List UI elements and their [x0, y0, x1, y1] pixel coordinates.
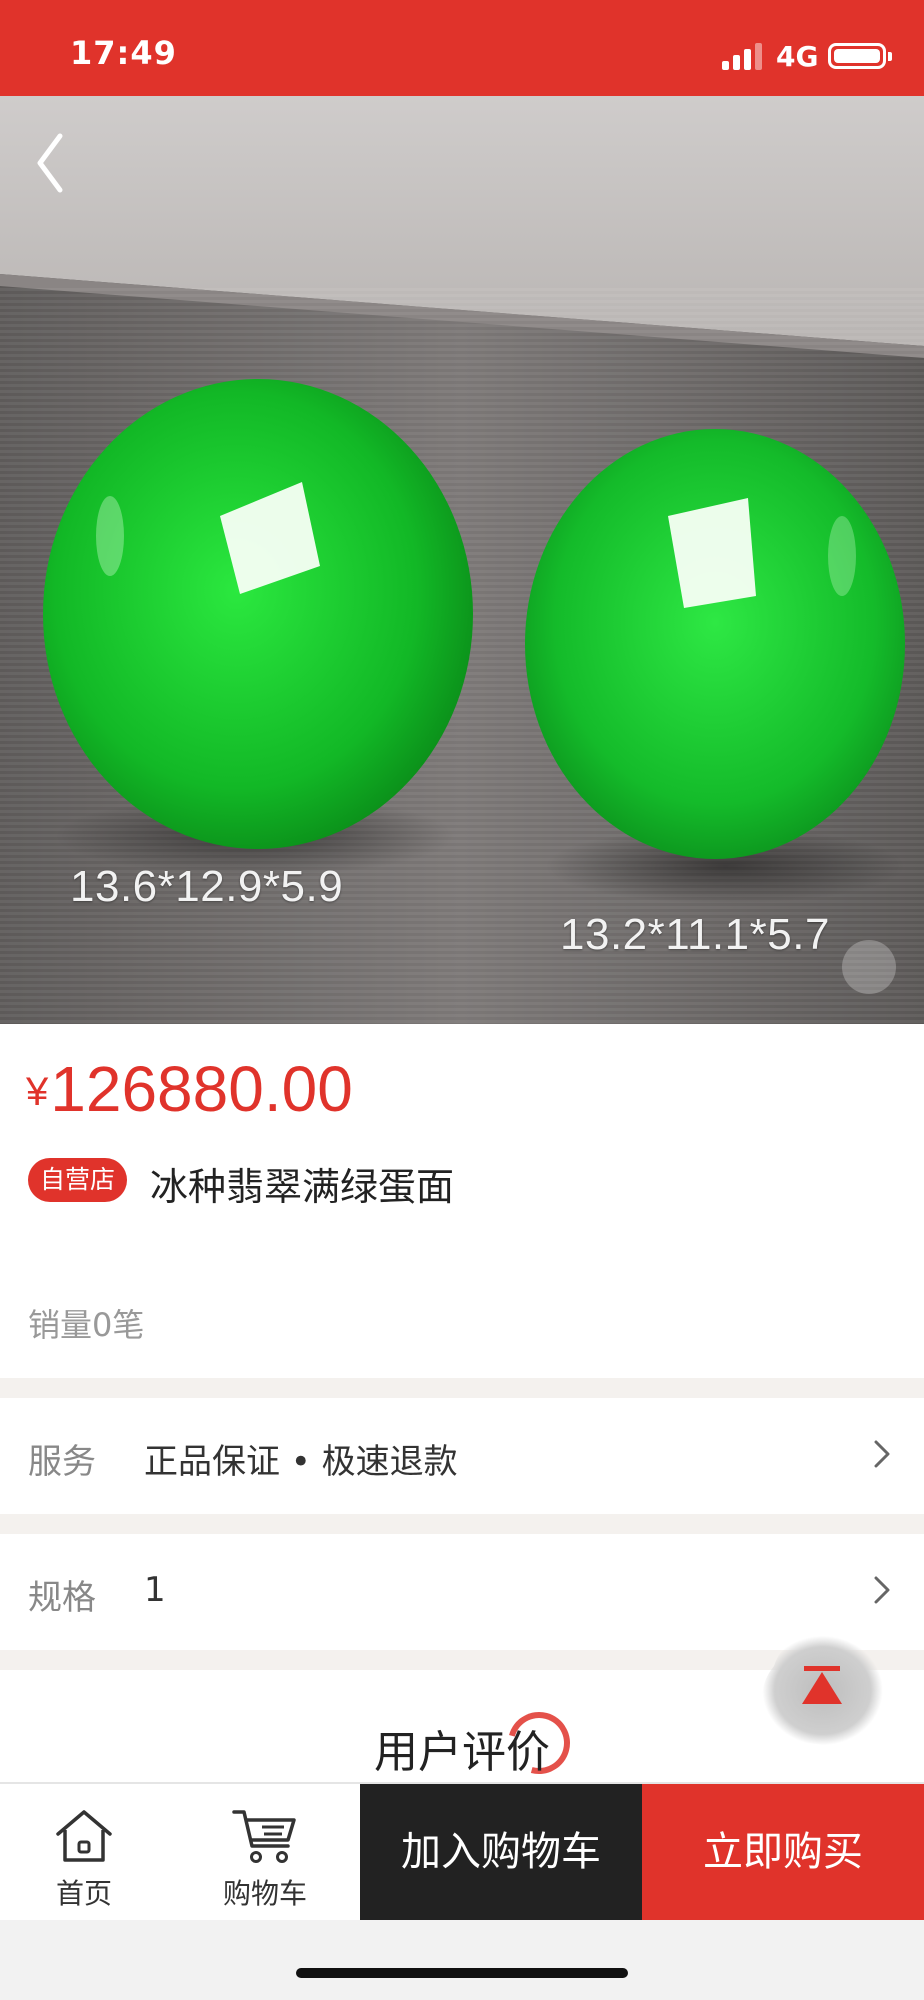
- bottom-action-bar: 首页 购物车 加入购物车 立即购买: [0, 1782, 924, 1922]
- arrow-up-icon: [762, 1635, 883, 1746]
- carousel-indicator: [842, 940, 896, 994]
- status-bar: 17:49 4G: [0, 0, 924, 96]
- tab-cart-label: 购物车: [222, 1877, 307, 1910]
- buy-now-button[interactable]: 立即购买: [642, 1784, 924, 1922]
- back-to-top-button[interactable]: [754, 1626, 890, 1752]
- self-store-badge: 自营店: [28, 1158, 128, 1202]
- home-icon: [56, 1810, 112, 1862]
- status-time: 17:49: [70, 34, 177, 72]
- tab-home[interactable]: 首页: [34, 1784, 134, 1922]
- dimension-label-left: 13.6*12.9*5.9: [70, 862, 344, 911]
- dimension-label-right: 13.2*11.1*5.7: [560, 910, 830, 959]
- add-to-cart-button[interactable]: 加入购物车: [360, 1784, 642, 1922]
- product-image[interactable]: 13.6*12.9*5.9 13.2*11.1*5.7: [0, 96, 924, 1024]
- section-divider: [0, 1514, 924, 1534]
- back-button[interactable]: [28, 128, 84, 198]
- price-amount: 126880.00: [50, 1053, 353, 1125]
- chevron-right-icon: [874, 1440, 890, 1468]
- home-indicator[interactable]: [296, 1968, 628, 1978]
- chevron-right-icon: [874, 1576, 890, 1604]
- tab-cart[interactable]: 购物车: [210, 1784, 320, 1922]
- cart-icon: [232, 1810, 296, 1863]
- currency-symbol: ¥: [26, 1070, 49, 1114]
- chevron-left-icon: [37, 133, 63, 193]
- home-indicator-area: [0, 1920, 924, 2000]
- product-price: ¥126880.00: [26, 1052, 353, 1126]
- spec-label: 规格: [28, 1578, 96, 1618]
- sales-count: 销量0笔: [28, 1306, 145, 1344]
- spec-value: 1: [144, 1570, 166, 1610]
- section-divider: [0, 1378, 924, 1398]
- network-label: 4G: [776, 40, 819, 73]
- product-title: 冰种翡翠满绿蛋面: [150, 1165, 455, 1209]
- signal-icon: [722, 42, 764, 70]
- battery-icon: [828, 43, 892, 69]
- tab-home-label: 首页: [55, 1877, 112, 1910]
- service-value: 正品保证 • 极速退款: [144, 1442, 458, 1482]
- service-label: 服务: [28, 1442, 96, 1482]
- service-row[interactable]: 服务 正品保证 • 极速退款: [0, 1398, 924, 1510]
